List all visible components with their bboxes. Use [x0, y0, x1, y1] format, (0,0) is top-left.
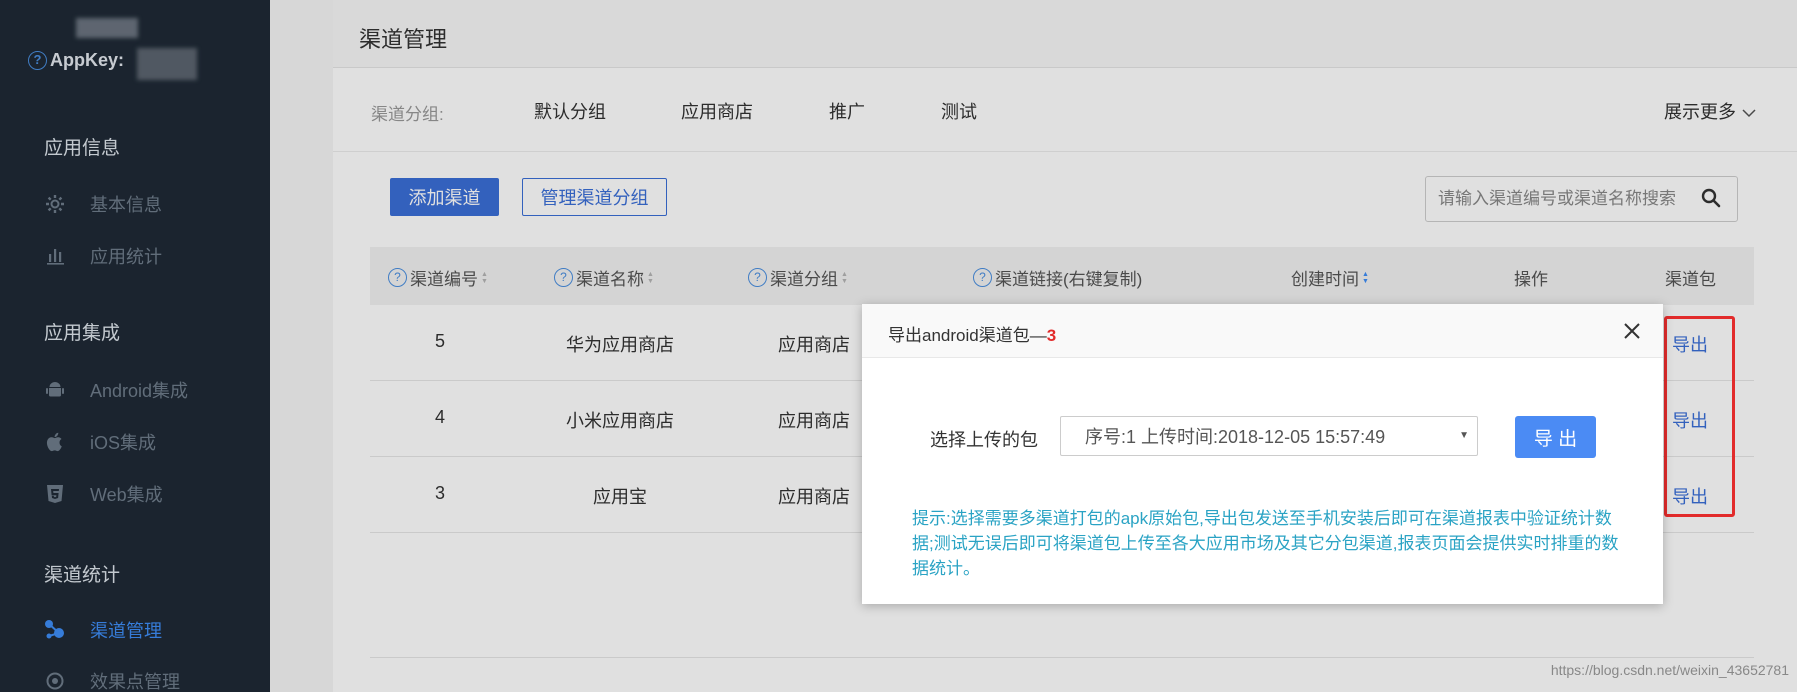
export-button[interactable]: 导 出	[1515, 416, 1596, 458]
dialog-title-text: 导出android渠道包—	[888, 326, 1047, 345]
close-icon[interactable]	[1617, 316, 1647, 346]
dialog-tip: 提示:选择需要多渠道打包的apk原始包,导出包发送至手机安装后即可在渠道报表中验…	[912, 509, 1619, 578]
select-package-label: 选择上传的包	[930, 430, 1038, 450]
watermark: https://blog.csdn.net/weixin_43652781	[1550, 662, 1789, 678]
caret-down-icon: ▼	[1459, 430, 1469, 441]
export-dialog: 导出android渠道包—3 选择上传的包 序号:1 上传时间:2018-12-…	[862, 304, 1663, 604]
package-select-value: 序号:1 上传时间:2018-12-05 15:57:49	[1085, 427, 1386, 447]
package-select[interactable]: 序号:1 上传时间:2018-12-05 15:57:49 ▼	[1060, 416, 1478, 456]
dialog-header: 导出android渠道包—3	[862, 304, 1663, 358]
dialog-title-number: 3	[1046, 326, 1057, 345]
highlight-annotation	[1664, 316, 1735, 517]
dialog-title: 导出android渠道包—3	[888, 321, 1056, 346]
